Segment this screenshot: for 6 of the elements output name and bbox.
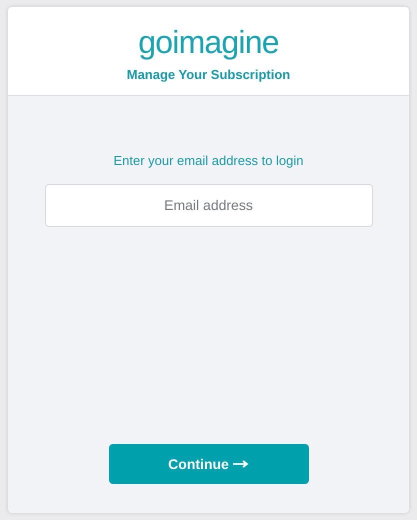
continue-button[interactable]: Continue [108,444,308,484]
email-field[interactable]: Email address [44,184,372,226]
header-title: Manage Your Subscription [126,66,290,84]
arrow-right-icon [232,460,249,468]
logo: goimagine [138,25,279,59]
login-prompt: Enter your email address to login [113,152,304,170]
